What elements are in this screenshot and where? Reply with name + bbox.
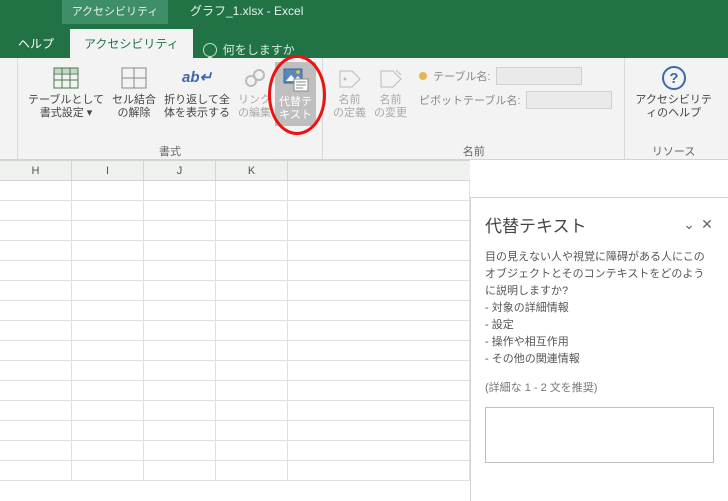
col-header-empty: [288, 161, 470, 180]
format-as-table-button[interactable]: テーブルとして 書式設定 ▾: [24, 62, 108, 122]
group-name: 名前 の定義 名前 の変更 テーブル名: ピボットテーブル名:: [323, 58, 625, 159]
change-name-button: 名前 の変更: [370, 62, 411, 122]
alt-text-input[interactable]: [485, 407, 714, 463]
define-name-button: 名前 の定義: [329, 62, 370, 122]
tag-icon: [336, 64, 364, 92]
tab-help[interactable]: ヘルプ: [0, 29, 70, 58]
alt-text-pane: 代替テキスト ⌄ ✕ 目の見えない人や視覚に障碍がある人にこのオブジェクトとその…: [470, 197, 728, 501]
pivot-name-field[interactable]: [526, 91, 612, 109]
grid-rows: [0, 181, 470, 481]
pane-bullet: - 対象の詳細情報: [485, 300, 714, 317]
unmerge-icon: [120, 64, 148, 92]
col-header[interactable]: K: [216, 161, 288, 180]
group-resource: ? アクセシビリテ ィのヘルプ リソース: [625, 58, 721, 159]
worksheet-grid[interactable]: H I J K: [0, 160, 470, 500]
table-name-label: テーブル名:: [433, 68, 490, 84]
pivot-name-row: ピボットテーブル名:: [419, 91, 612, 109]
tell-me-label: 何をしますか: [223, 41, 295, 58]
ribbon: テーブルとして 書式設定 ▾ セル結合 の解除 ab↵ 折り返して全 体を表示す…: [0, 58, 728, 160]
lightbulb-icon: [203, 43, 217, 57]
alt-text-button[interactable]: 代替テ キスト: [275, 62, 316, 126]
pane-close-button[interactable]: ✕: [698, 216, 716, 233]
context-tab-label: アクセシビリティ: [62, 0, 168, 24]
edit-links-button: リンク の編集: [234, 62, 275, 122]
pivot-name-label: ピボットテーブル名:: [419, 92, 520, 108]
alt-text-icon: [282, 66, 310, 94]
file-title: グラフ_1.xlsx - Excel: [190, 2, 303, 19]
col-header[interactable]: H: [0, 161, 72, 180]
table-name-row: テーブル名:: [419, 67, 612, 85]
tell-me-search[interactable]: 何をしますか: [193, 41, 305, 58]
wrap-text-icon: ab↵: [183, 64, 211, 92]
table-name-field[interactable]: [496, 67, 582, 85]
group-resource-label: リソース: [631, 143, 715, 159]
pane-bullet: - 設定: [485, 317, 714, 334]
link-icon: [241, 64, 269, 92]
group-name-label: 名前: [329, 143, 618, 159]
bullet-icon: [419, 72, 427, 80]
tab-accessibility[interactable]: アクセシビリティ: [70, 29, 193, 58]
pane-collapse-button[interactable]: ⌄: [680, 216, 698, 233]
accessibility-help-button[interactable]: ? アクセシビリテ ィのヘルプ: [631, 62, 715, 122]
wrap-text-button[interactable]: ab↵ 折り返して全 体を表示する: [160, 62, 234, 122]
pane-title: 代替テキスト: [485, 212, 680, 237]
col-header[interactable]: J: [144, 161, 216, 180]
unmerge-cells-button[interactable]: セル結合 の解除: [108, 62, 160, 122]
pane-bullet: - その他の関連情報: [485, 351, 714, 368]
pane-hint: (詳細な 1 - 2 文を推奨): [485, 380, 714, 397]
titlebar: アクセシビリティ グラフ_1.xlsx - Excel ヘルプ アクセシビリティ…: [0, 0, 728, 58]
column-headers: H I J K: [0, 161, 470, 181]
pane-bullet: - 操作や相互作用: [485, 334, 714, 351]
group-format-label: 書式: [24, 143, 316, 159]
help-icon: ?: [660, 64, 688, 92]
ribbon-tabs: ヘルプ アクセシビリティ 何をしますか: [0, 30, 305, 58]
rename-icon: [377, 64, 405, 92]
group-format: テーブルとして 書式設定 ▾ セル結合 の解除 ab↵ 折り返して全 体を表示す…: [18, 58, 323, 159]
pane-description: 目の見えない人や視覚に障碍がある人にこのオブジェクトとそのコンテキストをどのよう…: [485, 249, 714, 300]
col-header[interactable]: I: [72, 161, 144, 180]
table-icon: [52, 64, 80, 92]
svg-text:?: ?: [669, 70, 678, 87]
